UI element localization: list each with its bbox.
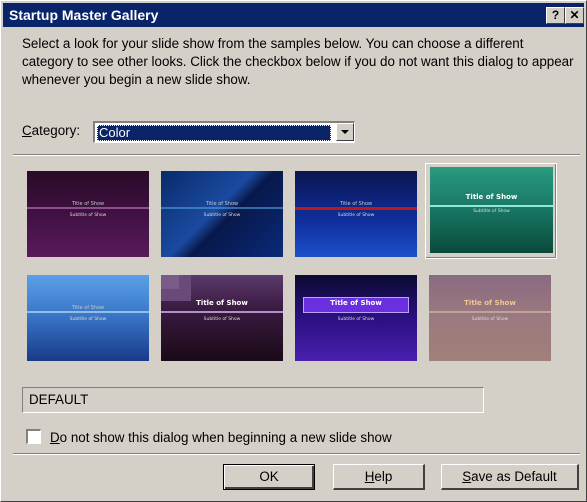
thumbnail-subtitle: Subtitle of Show bbox=[203, 317, 241, 322]
save-button-rest: ave as Default bbox=[471, 469, 557, 484]
gallery-thumbnail[interactable]: Title of Show Subtitle of Show bbox=[295, 275, 417, 361]
dont-show-checkbox[interactable] bbox=[26, 429, 41, 444]
thumbnail-subtitle: Subtitle of Show bbox=[69, 317, 107, 322]
separator-bottom bbox=[13, 453, 580, 455]
thumbnail-subtitle: Subtitle of Show bbox=[473, 209, 510, 214]
thumbnail-subtitle: Subtitle of Show bbox=[203, 213, 241, 218]
thumbnail-title: Title of Show bbox=[464, 299, 516, 307]
category-label-accel: C bbox=[22, 123, 32, 138]
gallery-thumbnail-selected[interactable]: Title of Show Subtitle of Show bbox=[430, 167, 553, 253]
ok-button[interactable]: OK bbox=[223, 464, 315, 490]
help-question-icon[interactable]: ? bbox=[546, 7, 565, 24]
help-button-accel: H bbox=[364, 469, 375, 484]
thumbnail-title: Title of Show bbox=[205, 201, 239, 207]
gallery-thumbnail[interactable]: Title of Show Subtitle of Show bbox=[27, 171, 149, 257]
title-bar[interactable]: Startup Master Gallery ? ✕ bbox=[3, 3, 584, 27]
close-icon[interactable]: ✕ bbox=[565, 7, 584, 24]
thumbnail-title: Title of Show bbox=[71, 305, 105, 311]
gallery-thumbnail[interactable]: Title of Show Subtitle of Show bbox=[27, 275, 149, 361]
save-as-default-button[interactable]: Save as Default bbox=[441, 464, 579, 490]
checkbox-label-accel: D bbox=[50, 430, 60, 445]
dialog-title: Startup Master Gallery bbox=[9, 7, 159, 23]
dont-show-checkbox-label[interactable]: Do not show this dialog when beginning a… bbox=[50, 430, 392, 445]
thumbnail-title: Title of Show bbox=[465, 193, 518, 201]
chevron-down-icon[interactable] bbox=[336, 123, 354, 141]
gallery-thumbnail[interactable]: Title of Show Subtitle of Show bbox=[161, 171, 283, 257]
thumbnail-title: Title of Show bbox=[71, 201, 105, 207]
thumbnail-subtitle: Subtitle of Show bbox=[69, 213, 107, 218]
category-dropdown[interactable]: Color bbox=[93, 121, 355, 143]
thumbnail-title: Title of Show bbox=[339, 201, 373, 207]
category-label-rest: ategory: bbox=[31, 123, 81, 138]
category-label: Category: bbox=[22, 123, 80, 138]
help-button-rest: elp bbox=[374, 469, 393, 484]
thumbnail-subtitle: Subtitle of Show bbox=[337, 317, 375, 322]
category-selected-value: Color bbox=[97, 125, 331, 141]
startup-master-gallery-dialog: Startup Master Gallery ? ✕ Select a look… bbox=[0, 0, 587, 502]
intro-text: Select a look for your slide show from t… bbox=[22, 36, 574, 87]
save-button-accel: S bbox=[462, 469, 472, 484]
checkbox-label-rest: o not show this dialog when beginning a … bbox=[59, 430, 392, 445]
selected-master-name: DEFAULT bbox=[22, 387, 484, 413]
gallery-thumbnail[interactable]: Title of Show Subtitle of Show bbox=[429, 275, 551, 361]
thumbnail-title: Title of Show bbox=[330, 299, 382, 307]
thumbnail-subtitle: Subtitle of Show bbox=[337, 213, 375, 218]
gallery-thumbnail[interactable]: Title of Show Subtitle of Show bbox=[161, 275, 283, 361]
help-button[interactable]: Help bbox=[333, 464, 425, 490]
thumbnail-title: Title of Show bbox=[196, 299, 248, 307]
gallery-thumbnail[interactable]: Title of Show Subtitle of Show bbox=[295, 171, 417, 257]
separator bbox=[13, 154, 580, 156]
thumbnail-subtitle: Subtitle of Show bbox=[471, 317, 509, 322]
master-gallery: Title of Show Subtitle of Show Title of … bbox=[23, 163, 563, 377]
